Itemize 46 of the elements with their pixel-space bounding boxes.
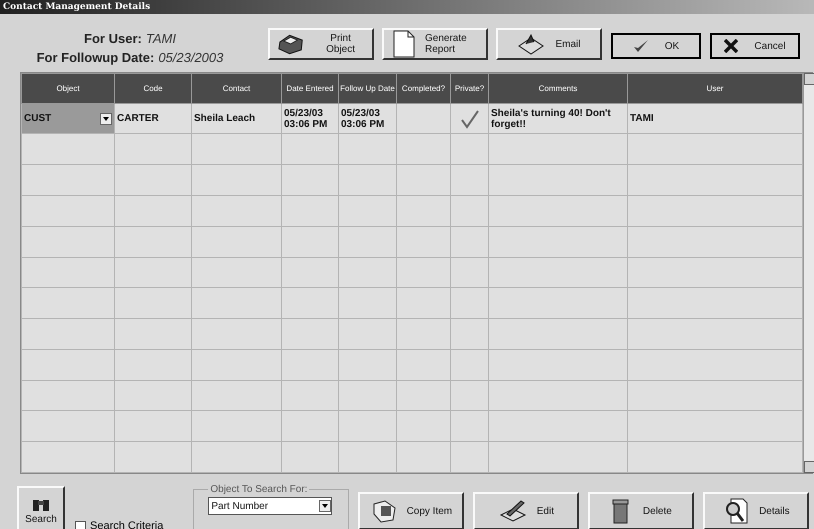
close-icon [724,39,738,53]
copy-button[interactable]: Copy Item [358,492,464,529]
search-criteria-checkbox[interactable] [75,520,86,529]
date-label: For Followup Date: [36,50,154,65]
printer-icon [276,32,306,56]
table-cell: Sheila's turning 40! Don't forget!! [488,103,628,134]
column-header[interactable]: Private? [450,74,488,104]
envelope-icon [517,32,546,56]
cancel-button[interactable]: Cancel [710,33,800,59]
table-cell: 05/23/03 03:06 PM [338,103,396,134]
checkmark-icon [632,39,649,53]
column-header[interactable]: Comments [488,74,628,104]
date-value: 05/23/2003 [158,50,224,65]
table-cell: Sheila Leach [192,103,282,134]
email-button[interactable]: Email [496,28,602,60]
table-cell: TAMI [628,103,802,134]
column-header[interactable]: User [628,74,802,104]
user-label: For User: [84,31,142,46]
window-title: Contact Management Details [0,0,814,14]
report-button[interactable]: Generate Report [382,28,488,60]
pencil-icon [498,499,527,523]
column-header[interactable]: Follow Up Date [338,74,396,104]
column-header[interactable]: Contact [192,74,282,104]
search-button[interactable]: Search [17,486,65,529]
column-header[interactable]: Completed? [396,74,450,104]
column-header[interactable]: Date Entered [282,74,338,104]
ok-button[interactable]: OK [611,33,701,59]
column-header[interactable]: Code [114,74,192,104]
dropdown-arrow-icon[interactable] [322,504,328,508]
delete-button[interactable]: Delete [588,492,694,529]
checkbox-label: Search Criteria [90,520,164,529]
object-cell[interactable]: CUST [22,103,114,134]
details-button[interactable]: Details [703,492,810,529]
group-legend: Object To Search For: [208,484,310,495]
object-dropdown[interactable]: Part Number [208,497,332,515]
scrollbar[interactable] [803,73,814,473]
edit-button[interactable]: Edit [473,492,580,529]
table-cell: 05/23/03 03:06 PM [282,103,338,134]
completed-cell[interactable] [396,103,450,134]
dropdown-arrow-icon[interactable] [103,116,109,121]
magnifier-icon [723,497,750,525]
print-button[interactable]: Print Object [268,28,374,60]
document-icon [393,30,415,58]
table-cell: CARTER [114,103,192,134]
column-header[interactable]: Object [22,74,114,104]
user-value: TAMI [146,31,176,46]
